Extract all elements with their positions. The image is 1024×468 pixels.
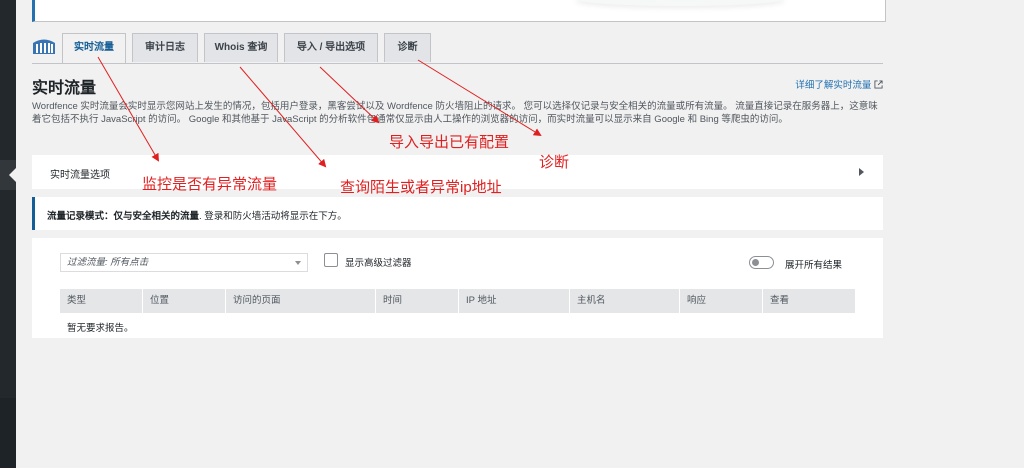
annotation-import-export: 导入导出已有配置 — [389, 134, 510, 151]
arrow-import-export — [319, 66, 380, 124]
arrow-live-traffic — [97, 56, 160, 162]
arrow-whois — [239, 66, 327, 168]
annotation-arrows — [97, 56, 542, 168]
arrow-diagnostics — [417, 59, 542, 137]
annotation-monitor-traffic: 监控是否有异常流量 — [142, 176, 278, 193]
annotation-diagnostics: 诊断 — [539, 154, 570, 171]
annotation-whois: 查询陌生或者异常ip地址 — [340, 179, 502, 196]
